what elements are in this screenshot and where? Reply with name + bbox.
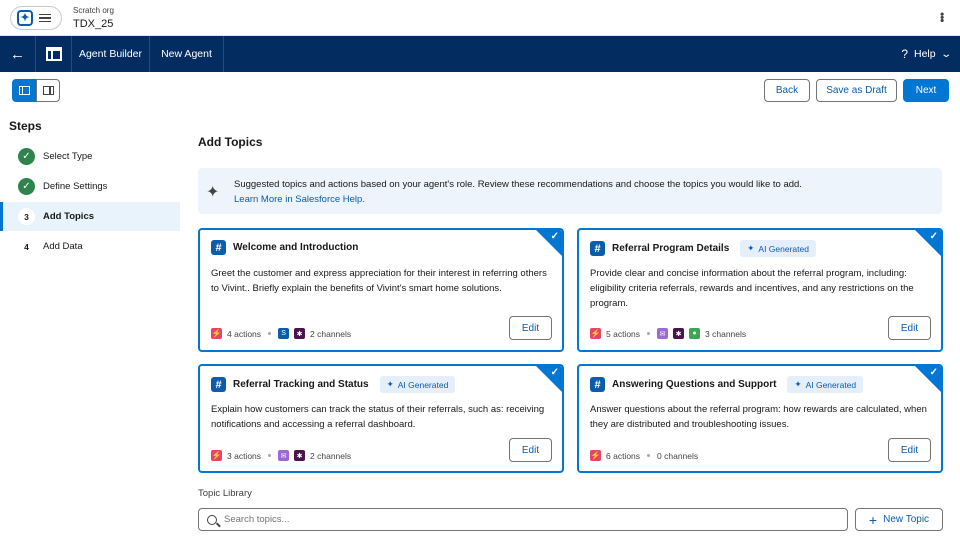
- page-title: Add Topics: [198, 135, 263, 149]
- topic-description: Explain how customers can track the stat…: [211, 404, 545, 430]
- channel-slack-icon: ✱: [673, 328, 685, 339]
- channels-count: 2 channels: [310, 450, 352, 461]
- topic-title: Welcome and Introduction: [233, 242, 359, 253]
- edit-button[interactable]: Edit: [888, 438, 931, 462]
- help-menu[interactable]: ? Help ⌄: [901, 36, 952, 72]
- save-as-draft-button[interactable]: Save as Draft: [816, 79, 897, 102]
- actions-count: 5 actions: [606, 328, 641, 339]
- step-number: 4: [18, 238, 35, 255]
- next-button[interactable]: Next: [903, 79, 949, 102]
- topic-library-title: Topic Library: [198, 488, 252, 499]
- right-panel-icon: [42, 86, 54, 95]
- more-options-icon[interactable]: •••: [935, 12, 949, 22]
- agentforce-icon: ✦: [17, 10, 33, 26]
- back-arrow-icon[interactable]: ←: [0, 36, 36, 72]
- steps-title: Steps: [9, 119, 42, 133]
- global-header: ✦ Scratch org TDX_25 •••: [0, 0, 960, 36]
- right-panel-toggle[interactable]: [36, 79, 60, 102]
- search-box: [198, 508, 848, 531]
- actions-icon: ⚡: [211, 328, 222, 339]
- channel-messaging-icon: S: [278, 328, 290, 339]
- actions-icon: ⚡: [590, 450, 601, 461]
- step-label: Select Type: [43, 151, 93, 162]
- help-label: Help: [914, 48, 936, 60]
- sparkle-icon: ✦: [747, 243, 755, 253]
- topic-description: Answer questions about the referral prog…: [590, 404, 927, 430]
- topic-card[interactable]: ✓ # Referral Tracking and Status ✦ AI Gen…: [198, 364, 564, 473]
- ai-generated-badge: ✦ AI Generated: [740, 240, 816, 257]
- actions-icon: ⚡: [211, 450, 222, 461]
- edit-button[interactable]: Edit: [509, 316, 552, 340]
- ai-generated-badge: ✦ AI Generated: [787, 376, 864, 393]
- plus-icon: +: [868, 511, 878, 528]
- step-select-type[interactable]: ✓ Select Type: [0, 142, 180, 171]
- channel-slack-icon: ✱: [294, 328, 306, 339]
- check-icon: ✓: [18, 178, 35, 195]
- topic-card[interactable]: ✓ # Welcome and Introduction Greet the c…: [198, 228, 564, 352]
- agent-builder-logo-icon: [36, 36, 72, 72]
- check-icon: ✓: [550, 367, 559, 378]
- topic-description: Provide clear and concise information ab…: [590, 268, 914, 309]
- app-name: Agent Builder: [72, 36, 150, 72]
- new-topic-label: New Topic: [883, 514, 930, 525]
- channels-count: 2 channels: [310, 328, 352, 339]
- topic-icon: #: [211, 240, 226, 255]
- channel-email-icon: ✉: [657, 328, 669, 339]
- check-icon: ✓: [550, 231, 559, 242]
- topic-icon: #: [590, 377, 605, 392]
- actions-count: 3 actions: [227, 450, 262, 461]
- tab-new-agent[interactable]: New Agent: [150, 36, 224, 72]
- banner-text: Suggested topics and actions based on yo…: [234, 179, 802, 190]
- channels-count: 0 channels: [657, 450, 699, 461]
- step-add-topics[interactable]: 3 Add Topics: [0, 202, 180, 231]
- check-icon: ✓: [18, 148, 35, 165]
- suggestion-banner: ✦ Suggested topics and actions based on …: [198, 168, 942, 214]
- topic-description: Greet the customer and express appreciat…: [211, 268, 547, 294]
- help-icon: ?: [901, 47, 908, 61]
- step-number: 3: [18, 208, 35, 225]
- topic-card[interactable]: ✓ # Answering Questions and Support ✦ AI …: [577, 364, 943, 473]
- app-navbar: ← Agent Builder New Agent ? Help ⌄: [0, 36, 960, 72]
- step-label: Add Topics: [43, 211, 95, 222]
- channels-count: 3 channels: [705, 328, 747, 339]
- channel-slack-icon: ✱: [294, 450, 306, 461]
- step-label: Define Settings: [43, 181, 108, 192]
- org-type-label: Scratch org: [73, 6, 114, 15]
- left-panel-toggle[interactable]: [12, 79, 36, 102]
- channel-chat-icon: ●: [689, 328, 701, 339]
- step-add-data[interactable]: 4 Add Data: [0, 232, 180, 261]
- check-icon: ✓: [929, 367, 938, 378]
- edit-button[interactable]: Edit: [509, 438, 552, 462]
- topic-icon: #: [211, 377, 226, 392]
- topic-card[interactable]: ✓ # Referral Program Details ✦ AI Generat…: [577, 228, 943, 352]
- learn-more-link[interactable]: Learn More in Salesforce Help.: [234, 194, 365, 205]
- actions-count: 4 actions: [227, 328, 262, 339]
- edit-button[interactable]: Edit: [888, 316, 931, 340]
- step-define-settings[interactable]: ✓ Define Settings: [0, 172, 180, 201]
- search-topics-input[interactable]: [224, 514, 824, 525]
- new-topic-button[interactable]: + New Topic: [855, 508, 943, 531]
- org-name: TDX_25: [73, 18, 114, 30]
- actions-count: 6 actions: [606, 450, 641, 461]
- chevron-down-icon: ⌄: [939, 48, 952, 60]
- sparkle-icon: ✦: [206, 184, 220, 201]
- ai-generated-badge: ✦ AI Generated: [379, 376, 456, 393]
- topic-icon: #: [590, 241, 605, 256]
- step-label: Add Data: [43, 241, 83, 252]
- menu-icon: [39, 13, 51, 23]
- check-icon: ✓: [929, 231, 938, 242]
- app-launcher-button[interactable]: ✦: [10, 6, 62, 30]
- sparkle-icon: ✦: [386, 379, 394, 389]
- sparkle-icon: ✦: [794, 379, 802, 389]
- left-panel-icon: [18, 86, 30, 95]
- topic-title: Answering Questions and Support: [612, 379, 777, 390]
- channel-email-icon: ✉: [278, 450, 290, 461]
- back-button[interactable]: Back: [764, 79, 810, 102]
- search-icon: [207, 514, 217, 525]
- topic-title: Referral Tracking and Status: [233, 379, 369, 390]
- actions-icon: ⚡: [590, 328, 601, 339]
- layout-toggle: [12, 79, 60, 102]
- topic-title: Referral Program Details: [612, 243, 730, 254]
